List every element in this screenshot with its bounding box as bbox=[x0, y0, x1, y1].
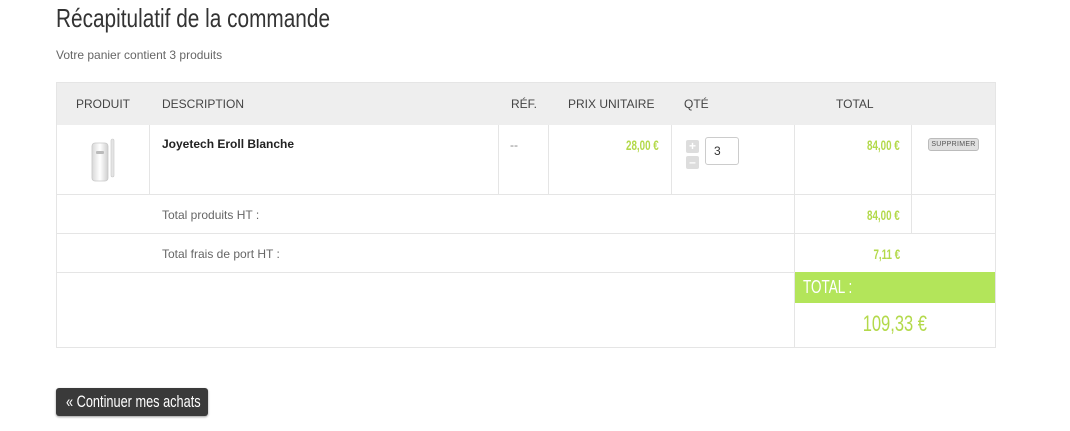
shipping-label: Total frais de port HT : bbox=[162, 247, 280, 261]
product-ref: -- bbox=[510, 138, 518, 152]
continue-shopping-label: « Continuer mes achats bbox=[66, 392, 201, 411]
grand-total: 109,33 € bbox=[795, 311, 995, 337]
product-name-link[interactable]: Joyetech Eroll Blanche bbox=[162, 137, 294, 151]
column-divider bbox=[671, 125, 672, 194]
continue-shopping-button[interactable]: « Continuer mes achats bbox=[56, 388, 208, 416]
header-unit-price: PRIX UNITAIRE bbox=[568, 97, 655, 111]
line-total: 84,00 € bbox=[867, 137, 900, 153]
cart-summary-text: Votre panier contient 3 produits bbox=[56, 48, 223, 62]
shipping-value: 7,11 € bbox=[873, 246, 900, 262]
delete-button[interactable]: SUPPRIMER bbox=[928, 138, 979, 151]
table-header: PRODUIT DESCRIPTION RÉF. PRIX UNITAIRE Q… bbox=[57, 83, 995, 125]
total-label: TOTAL : bbox=[803, 277, 853, 297]
column-divider bbox=[911, 125, 912, 233]
column-divider bbox=[548, 125, 549, 194]
header-qty: QTÉ bbox=[684, 97, 709, 111]
plus-icon[interactable]: + bbox=[686, 140, 699, 153]
unit-price: 28,00 € bbox=[626, 137, 659, 153]
header-total: TOTAL bbox=[836, 97, 874, 111]
row-divider bbox=[57, 194, 995, 195]
minus-icon[interactable]: – bbox=[686, 156, 699, 169]
product-image[interactable] bbox=[89, 137, 117, 183]
header-ref: RÉF. bbox=[511, 97, 538, 111]
total-products-label: Total produits HT : bbox=[162, 208, 260, 222]
quantity-input[interactable] bbox=[705, 137, 739, 165]
total-products-value: 84,00 € bbox=[867, 207, 900, 223]
column-divider bbox=[498, 125, 499, 194]
header-product: PRODUIT bbox=[76, 97, 130, 111]
header-description: DESCRIPTION bbox=[162, 97, 245, 111]
total-box-header: TOTAL : bbox=[795, 272, 995, 303]
column-divider bbox=[149, 125, 150, 194]
row-divider bbox=[57, 233, 995, 234]
page-title: Récapitulatif de la commande bbox=[56, 3, 331, 33]
cart-table: PRODUIT DESCRIPTION RÉF. PRIX UNITAIRE Q… bbox=[56, 82, 996, 348]
grand-total-value: 109,33 € bbox=[862, 311, 928, 336]
